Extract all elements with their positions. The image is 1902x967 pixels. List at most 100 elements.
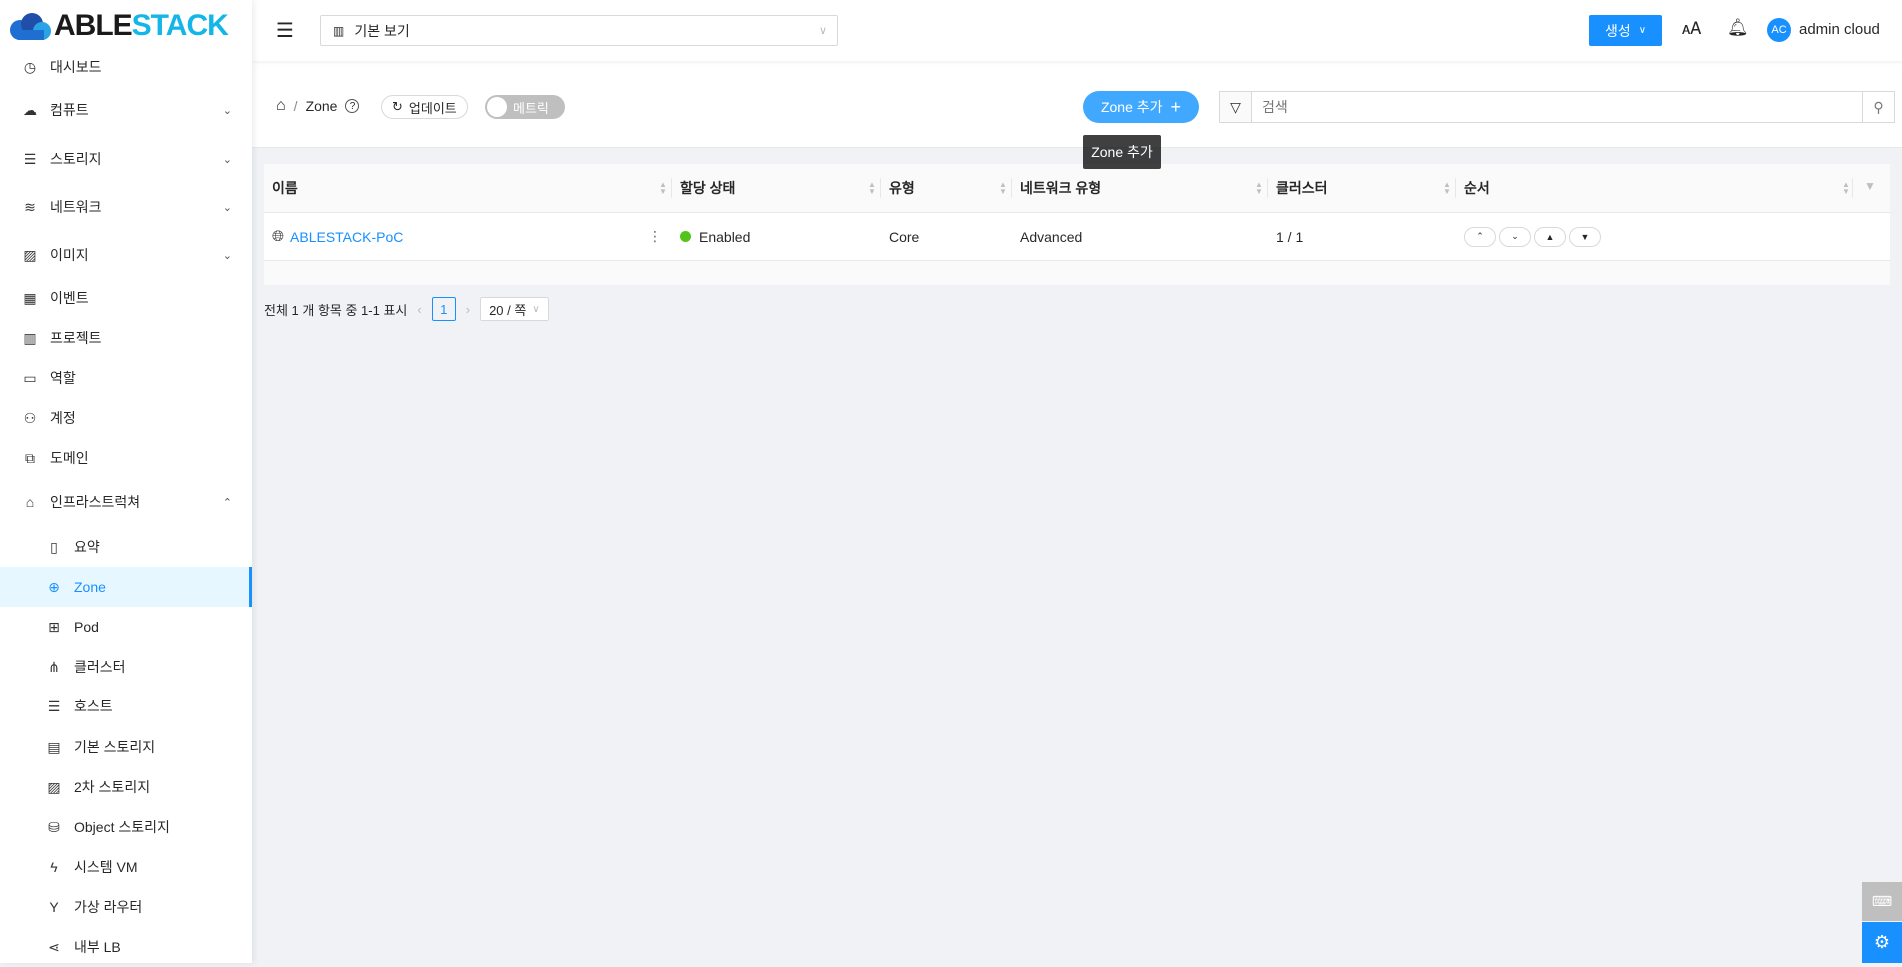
- docs-button[interactable]: ⌨: [1862, 882, 1902, 921]
- sort-icon[interactable]: ▲ ▼: [1255, 181, 1263, 196]
- reload-icon: ↻: [392, 99, 403, 114]
- pagination-summary: 전체 1 개 항목 중 1-1 표시: [264, 302, 408, 318]
- pagination: 전체 1 개 항목 중 1-1 표시 ‹ 1 › 20 / 쪽 ∨: [264, 297, 549, 321]
- filter-icon[interactable]: ▽: [1220, 92, 1252, 122]
- sort-icon[interactable]: ▲ ▼: [868, 181, 876, 196]
- sidebar-item-sub-3[interactable]: ⋔ 클러스터: [0, 647, 252, 687]
- add-zone-button[interactable]: Zone 추가 +: [1083, 91, 1199, 123]
- translate-icon[interactable]: 🗚: [1682, 19, 1701, 39]
- sidebar-item-sub-6[interactable]: ▨ 2차 스토리지: [0, 767, 252, 807]
- sidebar-item-label: 역할: [50, 370, 76, 386]
- search-input[interactable]: [1252, 92, 1862, 122]
- sidebar: ABLE STACK ◷ 대시보드 ☁ 컴퓨트 ⌄ ☰ 스토리지 ⌄ ≋ 네트워크 ⌄ ▨ 이미지 ⌄ ▦ 이벤…: [0, 0, 252, 963]
- metrics-toggle[interactable]: 메트릭: [485, 95, 565, 119]
- user-name[interactable]: admin cloud: [1799, 21, 1880, 38]
- sidebar-item-sub-0[interactable]: ▯ 요약: [0, 527, 252, 567]
- cloud-logo-icon: [10, 13, 51, 40]
- prev-page-icon[interactable]: ‹: [417, 302, 421, 317]
- sidebar-item-sub-1[interactable]: ⊕ Zone: [0, 567, 252, 607]
- column-header-0[interactable]: 이름: [264, 164, 298, 212]
- sidebar-item-0[interactable]: ◷ 대시보드: [0, 47, 252, 87]
- column-header-1[interactable]: 할당 상태: [672, 164, 735, 212]
- sidebar-item-10[interactable]: ⌂ 인프라스트럭쳐 ⌃: [0, 482, 252, 522]
- appstore-icon: ⊞: [48, 618, 60, 635]
- column-header-2[interactable]: 유형: [881, 164, 915, 212]
- column-header-5[interactable]: 순서: [1456, 164, 1490, 212]
- database-icon: ☰: [47, 697, 61, 714]
- row-actions-icon[interactable]: ⋮: [648, 213, 662, 260]
- page-size-select[interactable]: 20 / 쪽 ∨: [480, 297, 549, 321]
- menu-fold-icon[interactable]: ☰: [276, 18, 294, 43]
- chevron-down-icon: ∨: [532, 303, 540, 315]
- move-top-button[interactable]: ⌃: [1464, 226, 1496, 247]
- sort-icon[interactable]: ▲ ▼: [1842, 181, 1850, 196]
- column-header-4[interactable]: 클러스터: [1268, 164, 1328, 212]
- sidebar-item-sub-2[interactable]: ⊞ Pod: [0, 607, 252, 647]
- type-cell: Core: [889, 228, 920, 245]
- toggle-knob: [487, 97, 507, 117]
- settings-button[interactable]: ⚙: [1862, 922, 1902, 963]
- page-1-button[interactable]: 1: [431, 297, 456, 321]
- sidebar-item-sub-9[interactable]: Y 가상 라우터: [0, 887, 252, 927]
- sidebar-item-4[interactable]: ▨ 이미지 ⌄: [0, 235, 252, 275]
- sidebar-item-label: 기본 스토리지: [74, 739, 156, 755]
- home-icon[interactable]: ⌂: [276, 97, 286, 115]
- sidebar-item-3[interactable]: ≋ 네트워크 ⌄: [0, 187, 252, 227]
- column-filter-icon[interactable]: ▼: [1864, 179, 1876, 193]
- create-button[interactable]: 생성 ∨: [1589, 15, 1662, 46]
- sort-icon[interactable]: ▲ ▼: [999, 181, 1007, 196]
- page-toolbar: ⌂ / Zone ? ↻ 업데이트 메트릭 Zone 추가 + ▽ ⚲: [252, 61, 1902, 148]
- sort-icon[interactable]: ▲ ▼: [659, 181, 667, 196]
- sidebar-item-5[interactable]: ▦ 이벤트: [0, 278, 252, 318]
- zone-table: 이름 ▲ ▼ 할당 상태 ▲ ▼ 유형 ▲ ▼ 네트워크 유형 ▲ ▼ 클러스터 ▲ ▼ 순서 ▲ ▼ ▼ 🌐︎ A…: [264, 164, 1890, 285]
- table-row[interactable]: 🌐︎ ABLESTACK-PoC ⋮ Enabled Core Advanced…: [264, 212, 1890, 261]
- sidebar-item-sub-5[interactable]: ▤ 기본 스토리지: [0, 727, 252, 767]
- sidebar-item-7[interactable]: ▭ 역할: [0, 358, 252, 398]
- sidebar-item-label: 가상 라우터: [74, 899, 143, 915]
- sidebar-item-9[interactable]: ⧉ 도메인: [0, 438, 252, 478]
- search-bar: ▽ ⚲: [1219, 91, 1895, 123]
- view-select[interactable]: ▥ 기본 보기 ∨: [320, 15, 838, 46]
- page-size-value: 20 / 쪽: [489, 302, 527, 318]
- move-down-button[interactable]: ▼: [1569, 226, 1601, 247]
- schedule-icon: ▦: [23, 289, 37, 306]
- name-cell: 🌐︎ ABLESTACK-PoC: [272, 213, 403, 260]
- project-icon: ▥: [333, 23, 345, 38]
- gold-icon: ⛁: [48, 818, 60, 835]
- sidebar-item-sub-7[interactable]: ⛁ Object 스토리지: [0, 807, 252, 847]
- column-header-3[interactable]: 네트워크 유형: [1012, 164, 1101, 212]
- next-page-icon[interactable]: ›: [466, 302, 470, 317]
- global-icon: 🌐︎: [272, 228, 285, 245]
- gear-icon: ⚙: [1873, 932, 1891, 952]
- zone-name-link[interactable]: ABLESTACK-PoC: [290, 229, 403, 245]
- sidebar-item-1[interactable]: ☁ 컴퓨트 ⌄: [0, 90, 252, 130]
- ablestack-logo[interactable]: ABLE STACK: [8, 8, 229, 44]
- move-up-button[interactable]: ▲: [1534, 226, 1566, 247]
- sidebar-item-sub-8[interactable]: ϟ 시스템 VM: [0, 847, 252, 887]
- sort-icon[interactable]: ▲ ▼: [1443, 181, 1451, 196]
- sidebar-item-label: 내부 LB: [74, 939, 121, 955]
- cluster-cell: 1 / 1: [1276, 228, 1304, 245]
- avatar[interactable]: AC: [1767, 18, 1791, 42]
- breadcrumb-current: Zone: [305, 98, 338, 114]
- order-cell: ⌃ ⌄ ▲ ▼: [1464, 213, 1604, 260]
- logo-text: ABLE: [54, 9, 133, 42]
- question-circle-icon[interactable]: ?: [345, 99, 360, 113]
- column-divider: [1852, 178, 1853, 198]
- refresh-button[interactable]: ↻ 업데이트: [381, 95, 468, 119]
- search-icon[interactable]: ⚲: [1862, 92, 1894, 122]
- sidebar-item-label: 인프라스트럭쳐: [50, 494, 141, 510]
- sidebar-item-label: 프로젝트: [50, 330, 102, 346]
- sidebar-item-label: 도메인: [50, 450, 89, 466]
- sidebar-item-sub-10[interactable]: ⋖ 내부 LB: [0, 927, 252, 967]
- chevron-down-icon: ∨: [1638, 25, 1647, 36]
- move-bottom-button[interactable]: ⌄: [1499, 226, 1531, 247]
- sidebar-item-2[interactable]: ☰ 스토리지 ⌄: [0, 139, 252, 179]
- block-icon: ⧉: [25, 449, 35, 466]
- sidebar-item-6[interactable]: ▥ 프로젝트: [0, 318, 252, 358]
- sidebar-item-label: 클러스터: [74, 659, 126, 675]
- share-icon: ⋖: [48, 938, 60, 955]
- bell-icon[interactable]: 🔔︎: [1727, 18, 1749, 38]
- sidebar-item-8[interactable]: ⚇ 계정: [0, 398, 252, 438]
- sidebar-item-sub-4[interactable]: ☰ 호스트: [0, 686, 252, 726]
